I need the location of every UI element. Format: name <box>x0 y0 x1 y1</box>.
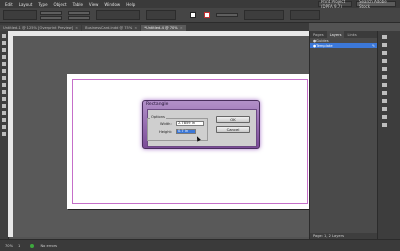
gradient-panel-icon[interactable] <box>382 91 387 95</box>
layer-row-template[interactable]: ● Template ✎ <box>310 43 378 48</box>
layers-panel-icon[interactable] <box>382 43 387 47</box>
width-label: Width: <box>160 122 172 126</box>
character-panel-icon[interactable] <box>382 107 387 111</box>
document-tab-bar: Untitled-1 @ 125% [Overprint Preview] × B… <box>0 23 309 31</box>
tab-links[interactable]: Links <box>344 33 359 37</box>
effects-panel-icon[interactable] <box>382 99 387 103</box>
links-panel-icon[interactable] <box>382 51 387 55</box>
height-label: Height: <box>159 130 173 134</box>
height-field[interactable]: 0.7 in <box>176 129 196 134</box>
layer-name: Template <box>316 43 333 48</box>
gradient-tool-icon[interactable] <box>2 118 6 122</box>
status-bar: 70% 1 No errors <box>0 239 400 251</box>
page-number[interactable]: 1 <box>18 244 20 248</box>
reference-point-group[interactable] <box>3 10 37 20</box>
type-tool-icon[interactable] <box>2 62 6 66</box>
menu-edit[interactable]: Edit <box>5 2 13 7</box>
direct-selection-tool-icon[interactable] <box>2 41 6 45</box>
panel-tab-bar: Pages Layers Links <box>310 31 378 38</box>
close-icon[interactable]: × <box>75 26 78 30</box>
menu-layout[interactable]: Layout <box>19 2 33 7</box>
h-field[interactable] <box>68 16 90 20</box>
stroke-weight-field[interactable] <box>216 13 238 17</box>
swatches-panel-icon[interactable] <box>382 75 387 79</box>
tab-label: BusinessCard.indd @ 75% <box>85 26 133 30</box>
cc-libraries-panel-icon[interactable] <box>382 83 387 87</box>
cancel-button[interactable]: Cancel <box>216 126 250 133</box>
scissors-tool-icon[interactable] <box>2 104 6 108</box>
close-icon[interactable]: × <box>180 26 183 30</box>
layers-panel: Pages Layers Links ● Guides ● Template ✎ … <box>309 31 378 239</box>
x-field[interactable] <box>40 11 62 15</box>
ok-button[interactable]: OK <box>216 116 250 123</box>
menu-object[interactable]: Object <box>54 2 67 7</box>
page-tool-icon[interactable] <box>2 48 6 52</box>
preflight-status-icon <box>30 243 35 248</box>
tab-pages[interactable]: Pages <box>310 33 327 37</box>
gap-tool-icon[interactable] <box>2 55 6 59</box>
preflight-status[interactable]: No errors <box>40 244 57 248</box>
menu-view[interactable]: View <box>89 2 99 7</box>
frame-fitting-group[interactable] <box>290 10 320 20</box>
dialog-title: Rectangle <box>146 102 169 107</box>
menu-help[interactable]: Help <box>126 2 135 7</box>
layer-name: Guides <box>316 38 329 43</box>
tab-layers[interactable]: Layers <box>326 31 345 38</box>
hand-tool-icon[interactable] <box>2 125 6 129</box>
text-wrap-panel-icon[interactable] <box>382 123 387 127</box>
w-field[interactable] <box>68 11 90 15</box>
stroke-swatch[interactable] <box>204 12 210 18</box>
pen-tool-icon[interactable] <box>2 76 6 80</box>
fill-swatch[interactable] <box>190 12 196 18</box>
scale-group[interactable] <box>96 10 140 20</box>
rotate-group[interactable] <box>146 10 176 20</box>
y-field[interactable] <box>40 16 62 20</box>
control-bar <box>0 8 400 23</box>
rectangle-frame-tool-icon[interactable] <box>2 90 6 94</box>
selection-tool-icon[interactable] <box>2 34 6 38</box>
menu-table[interactable]: Table <box>73 2 83 7</box>
close-icon[interactable]: × <box>134 26 137 30</box>
menu-window[interactable]: Window <box>104 2 120 7</box>
pencil-tool-icon[interactable] <box>2 83 6 87</box>
collapsed-panel-dock <box>377 31 400 239</box>
paragraph-panel-icon[interactable] <box>382 115 387 119</box>
free-transform-tool-icon[interactable] <box>2 111 6 115</box>
zoom-tool-icon[interactable] <box>2 132 6 136</box>
rectangle-tool-icon[interactable] <box>2 97 6 101</box>
width-field[interactable]: 2.7859 in <box>176 121 204 126</box>
options-label: Options <box>150 115 166 119</box>
zoom-level[interactable]: 70% <box>5 244 13 248</box>
effects-group[interactable] <box>244 10 284 20</box>
workspace-switcher[interactable]: Print Project (DPFA 9.7) <box>318 0 352 9</box>
pen-icon: ✎ <box>371 43 375 48</box>
line-tool-icon[interactable] <box>2 69 6 73</box>
menu-type[interactable]: Type <box>38 2 47 7</box>
stroke-panel-icon[interactable] <box>382 59 387 63</box>
pages-panel-icon[interactable] <box>382 35 387 39</box>
tab-label: Untitled-1 @ 125% [Overprint Preview] <box>3 26 74 30</box>
tab-label: *Untitled-4 @ 70% <box>144 26 178 30</box>
search-input[interactable]: Search Adobe Stock <box>356 0 396 9</box>
color-panel-icon[interactable] <box>382 67 387 71</box>
page-layer-count: Page: 1, 2 Layers <box>313 234 344 238</box>
